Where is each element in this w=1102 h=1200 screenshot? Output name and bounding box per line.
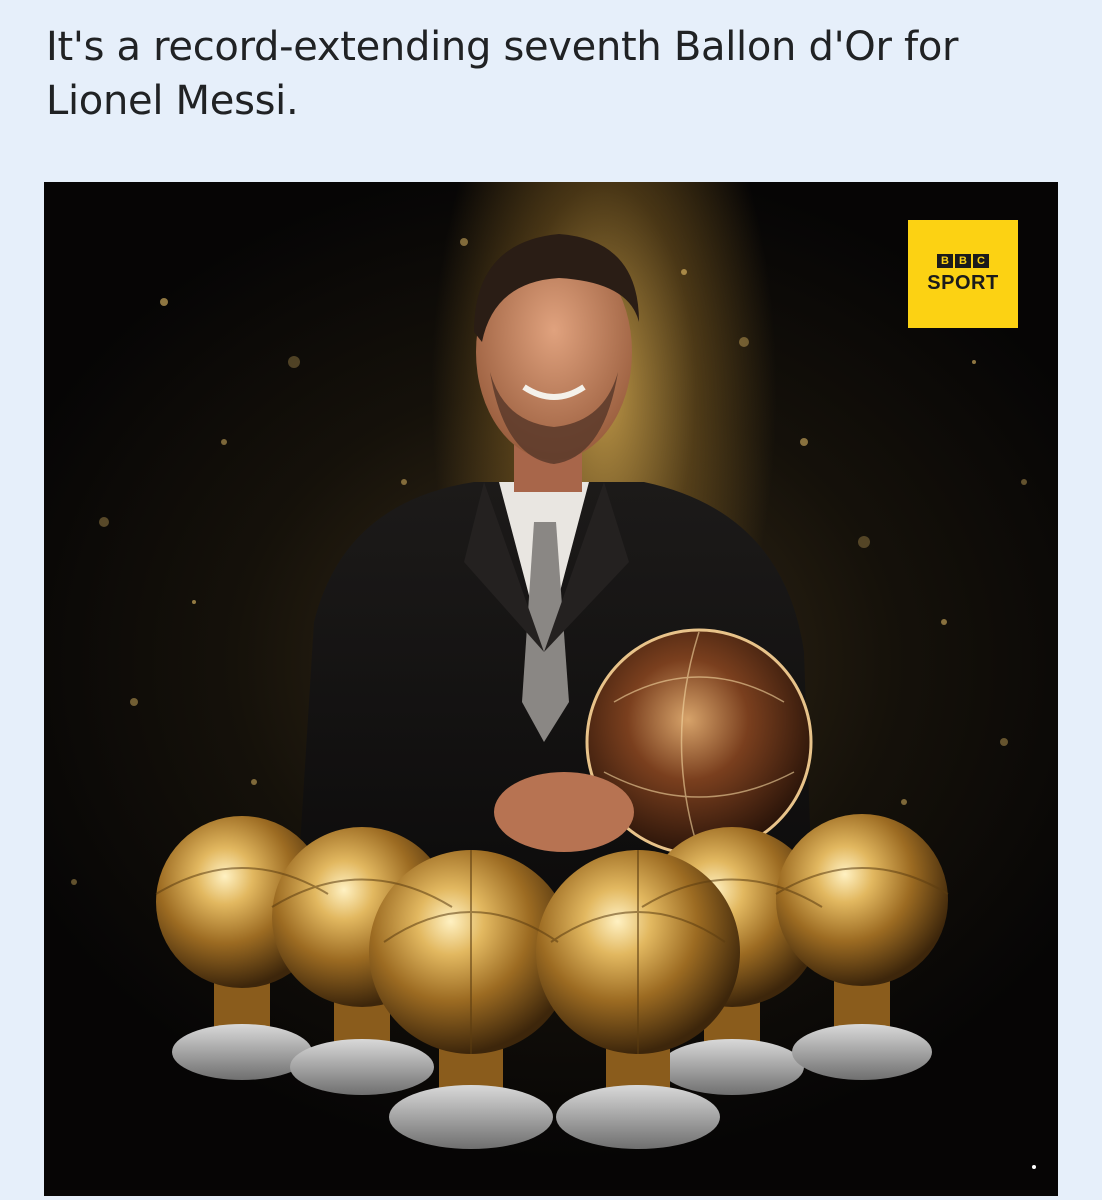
bbc-block-c: C (973, 253, 989, 268)
image-illustration (71, 234, 1036, 1169)
bbc-block-b1: B (937, 253, 953, 268)
bbc-logo: B B C (937, 253, 989, 268)
bbc-sport-badge: B B C SPORT (908, 220, 1018, 328)
bbc-block-b2: B (955, 253, 971, 268)
trophy-7 (776, 814, 948, 1080)
hands (494, 772, 634, 852)
sport-label: SPORT (927, 271, 999, 294)
post-headline: It's a record-extending seventh Ballon d… (46, 24, 959, 124)
messi-ballon-dor-image[interactable]: B B C SPORT (44, 182, 1058, 1196)
